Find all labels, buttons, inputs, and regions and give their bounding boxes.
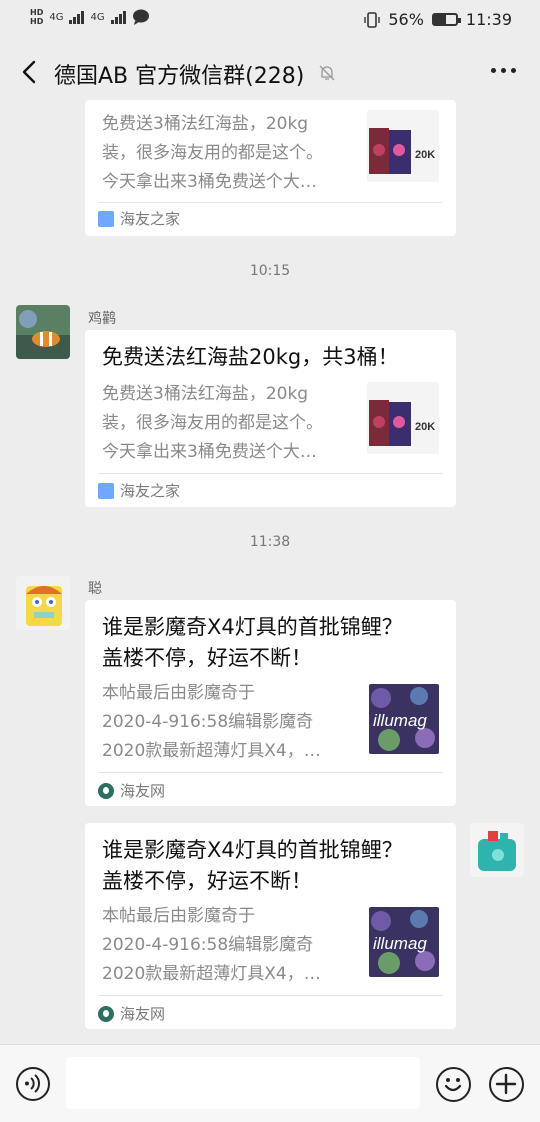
source-app-icon [98,782,114,799]
card-divider [98,202,443,203]
card-source: 海友之家 [98,208,180,229]
svg-text:illumag: illumag [373,711,427,730]
emoji-icon[interactable] [436,1067,471,1102]
voice-input-icon[interactable] [16,1067,50,1101]
avatar[interactable] [470,823,524,877]
status-bar: HD HD 4G 4G 56% 11:39 [0,0,540,40]
more-options-icon[interactable] [491,68,516,73]
chat-title: 德国AB 官方微信群(228) [54,64,305,89]
timestamp: 11:38 [249,534,291,550]
card-source: 海友之家 [98,480,180,501]
network-4g-label-2: 4G [90,11,105,23]
link-card-message[interactable]: 免费送3桶法红海盐，20kg 装，很多海友用的都是这个。 今天拿出来3桶免费送个… [85,100,456,236]
vibrate-icon [364,11,381,28]
source-app-icon [98,210,114,227]
input-bar [0,1044,540,1122]
svg-text:20K: 20K [415,149,435,161]
card-thumbnail: illumag [369,907,439,977]
source-app-icon [98,1005,114,1022]
back-arrow-icon[interactable] [18,60,42,84]
signal-icon [69,10,85,24]
card-title: 免费送法红海盐20kg，共3桶！ [102,345,399,369]
source-app-icon [98,482,114,499]
card-title: 谁是影魔奇X4灯具的首批锦鲤？ 盖楼不停，好运不断！ [102,838,403,893]
plus-icon[interactable] [489,1067,524,1102]
clock: 11:39 [465,10,512,29]
battery-percent: 56% [388,10,424,29]
message-input[interactable] [66,1057,420,1109]
card-description: 本帖最后由影魔奇于 2020-4-916:58编辑影魔奇 2020款最新超薄灯具… [102,906,321,984]
card-description: 本帖最后由影魔奇于 2020-4-916:58编辑影魔奇 2020款最新超薄灯具… [102,683,321,761]
card-description: 免费送3桶法红海盐，20kg 装，很多海友用的都是这个。 今天拿出来3桶免费送个… [102,114,323,192]
card-source: 海友网 [98,780,165,801]
chat-bubble-icon [132,9,149,25]
hd-indicator: HD HD [30,8,44,26]
card-thumbnail: illumag [369,684,439,754]
card-thumbnail: 20K [367,382,439,454]
link-card-message[interactable]: 谁是影魔奇X4灯具的首批锦鲤？ 盖楼不停，好运不断！ 本帖最后由影魔奇于 202… [85,600,456,806]
link-card-message[interactable]: 谁是影魔奇X4灯具的首批锦鲤？ 盖楼不停，好运不断！ 本帖最后由影魔奇于 202… [85,823,456,1029]
battery-icon [431,13,461,26]
svg-text:20K: 20K [415,421,435,433]
svg-text:illumag: illumag [373,934,427,953]
sender-name: 鸡鹳 [88,311,116,327]
link-card-message[interactable]: 免费送法红海盐20kg，共3桶！ 免费送3桶法红海盐，20kg 装，很多海友用的… [85,330,456,507]
sender-name: 聪 [88,581,102,597]
battery-fill [433,15,447,24]
chat-header: 德国AB 官方微信群(228) [0,40,540,106]
card-thumbnail: 20K [367,110,439,182]
avatar[interactable] [16,576,70,630]
card-title: 谁是影魔奇X4灯具的首批锦鲤？ 盖楼不停，好运不断！ [102,615,403,670]
card-description: 免费送3桶法红海盐，20kg 装，很多海友用的都是这个。 今天拿出来3桶免费送个… [102,384,323,462]
avatar[interactable] [16,305,70,359]
card-divider [98,772,443,773]
card-divider [98,995,443,996]
timestamp: 10:15 [249,263,291,279]
mute-bell-icon [319,65,335,81]
network-4g-label-1: 4G [49,11,64,23]
card-divider [98,473,443,474]
signal-icon-2 [110,10,126,24]
card-source: 海友网 [98,1003,165,1024]
